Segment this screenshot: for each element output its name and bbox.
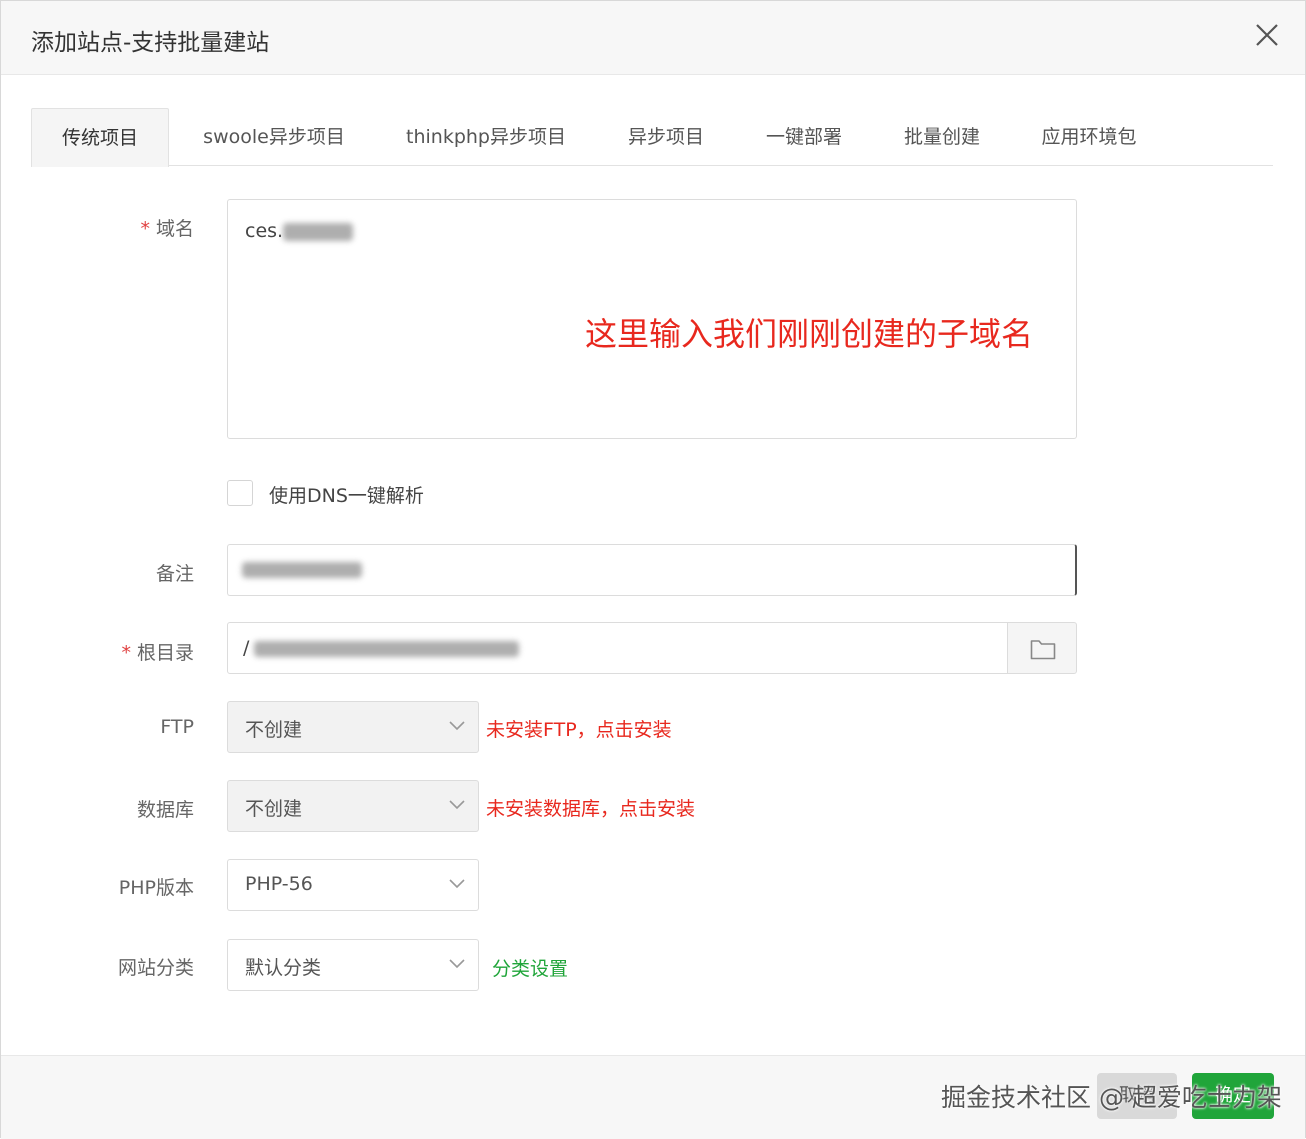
folder-icon: [1030, 640, 1056, 660]
blurred-domain: [283, 222, 354, 241]
install-database-link[interactable]: 未安装数据库，点击安装: [486, 794, 695, 821]
tab-app-env[interactable]: 应用环境包: [1027, 108, 1151, 166]
site-category-label: 网站分类: [117, 957, 194, 979]
remark-input[interactable]: [227, 544, 1077, 596]
tab-swoole[interactable]: swoole异步项目: [191, 108, 357, 166]
dialog-header: 添加站点-支持批量建站: [1, 1, 1305, 75]
database-select[interactable]: 不创建: [227, 780, 479, 832]
project-type-tabs: 传统项目 swoole异步项目 thinkphp异步项目 异步项目 一键部署 批…: [31, 108, 1273, 167]
ftp-select[interactable]: 不创建: [227, 701, 479, 753]
dns-checkbox-label[interactable]: 使用DNS一键解析: [269, 481, 424, 508]
root-dir-value: /: [243, 637, 250, 659]
tab-traditional[interactable]: 传统项目: [31, 108, 169, 167]
php-version-select[interactable]: PHP-56: [227, 859, 479, 911]
remark-label: 备注: [155, 563, 194, 585]
chevron-down-icon: [449, 800, 465, 810]
site-category-select[interactable]: 默认分类: [227, 939, 479, 991]
domain-label: * 域名: [140, 218, 194, 240]
category-settings-link[interactable]: 分类设置: [492, 954, 568, 981]
root-dir-label: * 根目录: [121, 642, 194, 664]
tab-async[interactable]: 异步项目: [613, 108, 719, 166]
chevron-down-icon: [449, 721, 465, 731]
close-icon[interactable]: [1253, 21, 1281, 49]
database-label: 数据库: [136, 799, 194, 821]
chevron-down-icon: [449, 879, 465, 889]
dns-checkbox[interactable]: [227, 480, 253, 506]
domain-value: ces.: [245, 220, 284, 242]
tab-thinkphp[interactable]: thinkphp异步项目: [393, 108, 579, 166]
add-site-dialog: 添加站点-支持批量建站 传统项目 swoole异步项目 thinkphp异步项目…: [0, 0, 1306, 1139]
dialog-title: 添加站点-支持批量建站: [31, 30, 270, 56]
ftp-label: FTP: [160, 716, 194, 738]
root-dir-input[interactable]: /: [227, 622, 1008, 674]
annotation-text: 这里输入我们刚刚创建的子域名: [585, 315, 1034, 353]
watermark: 掘金技术社区 @ 超爱吃士力架: [941, 1083, 1282, 1112]
blurred-remark: [242, 562, 362, 578]
blurred-root-dir: [254, 641, 519, 657]
folder-picker-button[interactable]: [1007, 622, 1077, 674]
install-ftp-link[interactable]: 未安装FTP，点击安装: [486, 715, 672, 742]
chevron-down-icon: [449, 959, 465, 969]
tab-batch-create[interactable]: 批量创建: [889, 108, 995, 166]
php-version-label: PHP版本: [118, 877, 194, 899]
tab-one-click-deploy[interactable]: 一键部署: [751, 108, 857, 166]
